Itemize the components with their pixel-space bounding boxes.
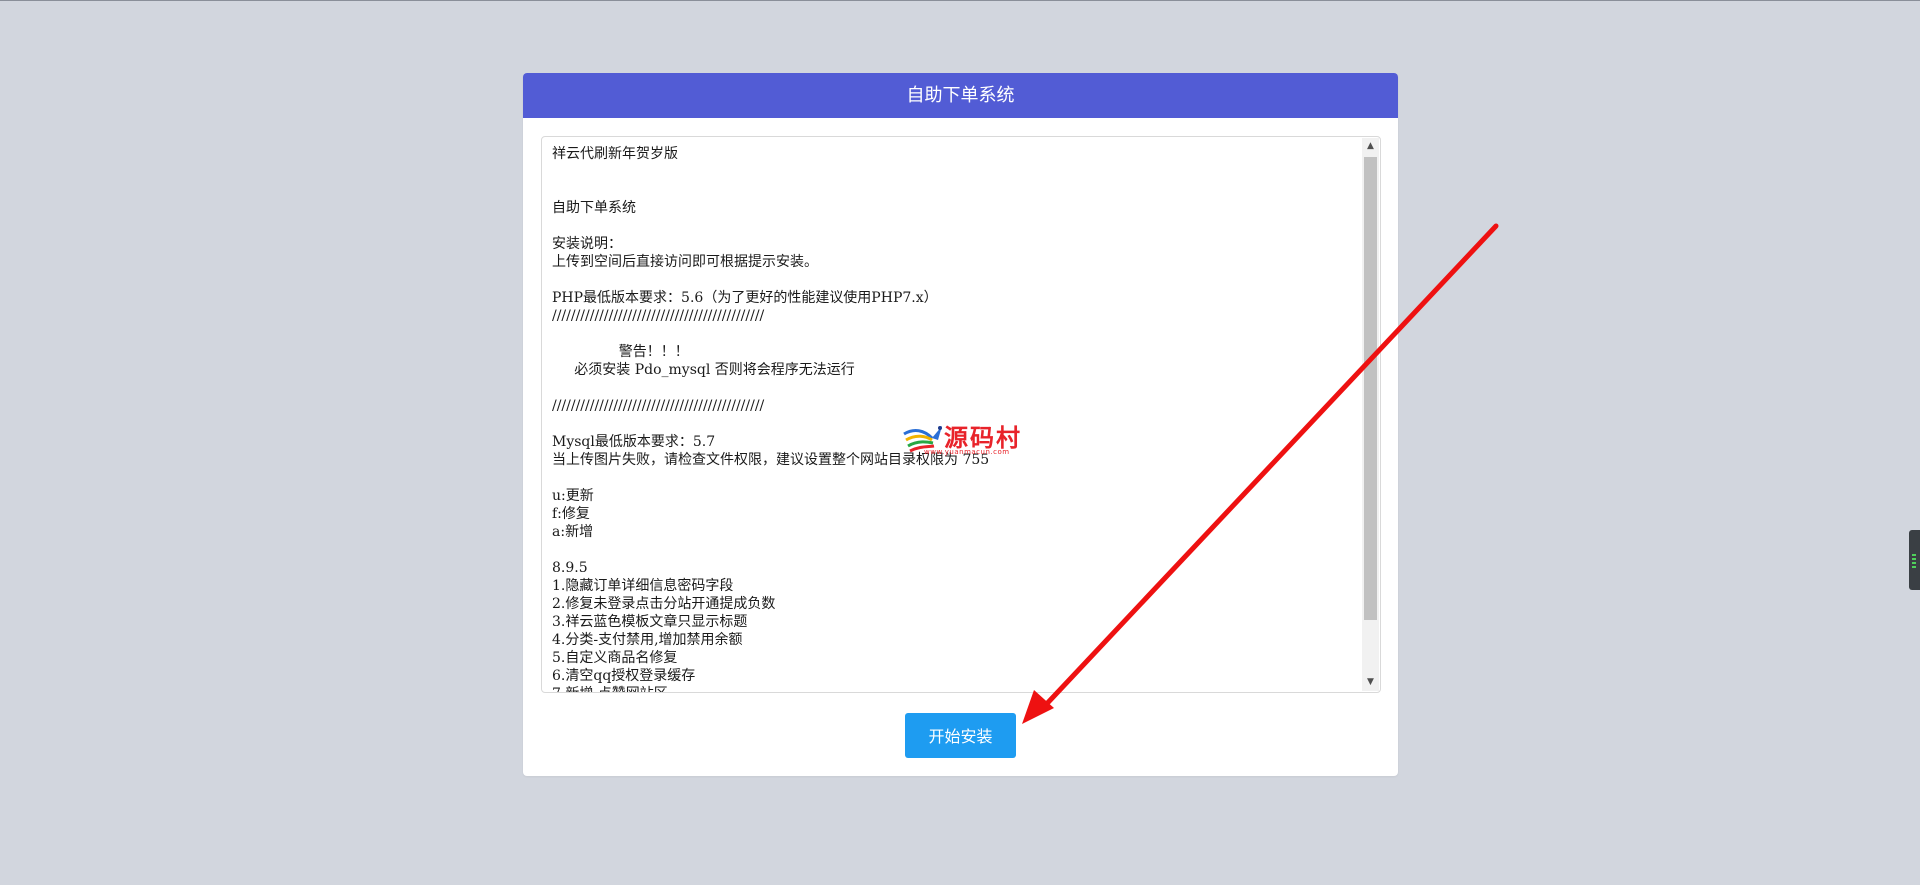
install-panel: 自助下单系统 祥云代刷新年贺岁版 自助下单系统 安装说明： 上传到空间后直接访问… xyxy=(523,73,1398,776)
watermark-subtext: www.yuanmacun.com xyxy=(924,448,1010,456)
window-top-border xyxy=(0,0,1920,1)
readme-textarea[interactable]: 祥云代刷新年贺岁版 自助下单系统 安装说明： 上传到空间后直接访问即可根据提示安… xyxy=(541,136,1381,693)
watermark-logo: 源码村 www.yuanmacun.com xyxy=(902,418,1062,458)
scroll-thumb[interactable] xyxy=(1364,157,1377,620)
start-install-button[interactable]: 开始安装 xyxy=(905,713,1016,758)
side-widget-handle[interactable] xyxy=(1909,530,1920,590)
panel-title: 自助下单系统 xyxy=(523,73,1398,118)
scroll-down-arrow-icon[interactable]: ▼ xyxy=(1362,674,1379,691)
readme-scrollbar[interactable]: ▲ ▼ xyxy=(1362,138,1379,691)
scroll-up-arrow-icon[interactable]: ▲ xyxy=(1362,138,1379,155)
